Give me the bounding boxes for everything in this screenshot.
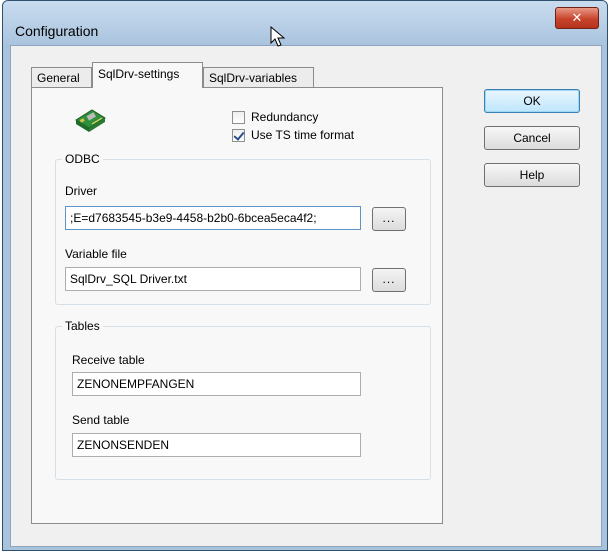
cancel-button[interactable]: Cancel: [484, 126, 580, 150]
driver-browse-button[interactable]: ...: [372, 207, 406, 231]
configuration-dialog: Configuration ✕ General SqlDrv-settings …: [2, 0, 608, 551]
tables-group-title: Tables: [62, 319, 103, 333]
driver-input[interactable]: ;E=d7683545-b3e9-4458-b2b0-6bcea5eca4f2;: [65, 206, 361, 230]
help-button[interactable]: Help: [484, 163, 580, 187]
odbc-group-title: ODBC: [62, 152, 103, 166]
variable-file-label: Variable file: [65, 247, 127, 261]
ok-button[interactable]: OK: [484, 89, 580, 113]
window-title: Configuration: [15, 23, 99, 39]
send-table-label: Send table: [72, 413, 130, 427]
ts-time-format-label: Use TS time format: [251, 128, 355, 142]
tab-sqldrv-variables[interactable]: SqlDrv-variables: [203, 67, 314, 87]
close-button[interactable]: ✕: [555, 7, 599, 29]
ts-time-format-checkbox[interactable]: [232, 128, 245, 142]
mouse-cursor-icon: [270, 25, 286, 51]
title-bar[interactable]: Configuration ✕: [3, 1, 607, 45]
dialog-body: General SqlDrv-settings SqlDrv-variables…: [10, 45, 602, 547]
odbc-group: ODBC Driver ;E=d7683545-b3e9-4458-b2b0-6…: [55, 152, 431, 305]
tables-group: Tables Receive table ZENONEMPFANGEN Send…: [55, 319, 431, 480]
variable-file-input[interactable]: SqlDrv_SQL Driver.txt: [65, 267, 361, 291]
variable-file-browse-button[interactable]: ...: [372, 268, 406, 292]
redundancy-checkbox[interactable]: [232, 110, 245, 124]
send-table-input[interactable]: ZENONSENDEN: [72, 433, 361, 457]
close-icon: ✕: [571, 10, 583, 25]
receive-table-input[interactable]: ZENONEMPFANGEN: [72, 372, 361, 396]
network-card-icon: [72, 106, 108, 134]
tab-general[interactable]: General: [31, 67, 92, 87]
sqldrv-settings-panel: Redundancy Use TS time format ODBC Drive…: [31, 87, 443, 524]
ts-time-format-option[interactable]: Use TS time format: [232, 128, 354, 142]
redundancy-option[interactable]: Redundancy: [232, 110, 318, 124]
driver-label: Driver: [65, 184, 97, 198]
redundancy-label: Redundancy: [251, 110, 319, 124]
tab-sqldrv-settings[interactable]: SqlDrv-settings: [92, 62, 203, 88]
receive-table-label: Receive table: [72, 353, 145, 367]
